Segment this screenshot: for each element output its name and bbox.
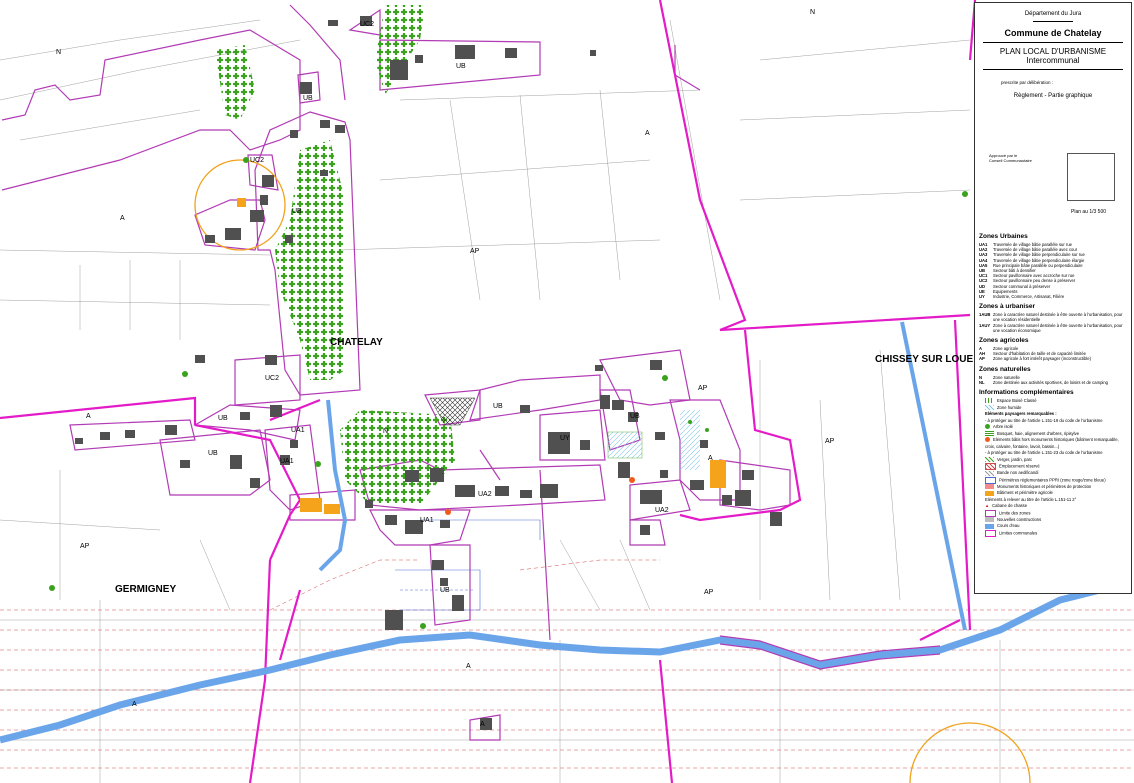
zone-label: UB	[303, 95, 313, 102]
zone-label: AP	[825, 438, 835, 445]
zone-label: A	[466, 663, 471, 670]
section-au: Zones à urbaniser	[979, 303, 1035, 311]
urban-zone-list: UA1 Traversée de village bâtie parallèle …	[979, 242, 1129, 299]
zone-label: UA1	[420, 517, 434, 524]
zone-description: Zone agricole à fort intérêt paysager (i…	[993, 356, 1091, 362]
approval-line-2: Conseil Communautaire	[989, 158, 1032, 163]
river	[0, 321, 1101, 744]
zone-label: UA1	[291, 427, 305, 434]
zone-label: UB	[456, 63, 466, 70]
zone-label: UB	[218, 415, 228, 422]
buildings	[75, 16, 782, 730]
section-agricoles: Zones agricoles	[979, 337, 1029, 345]
zone-label: UY	[560, 435, 570, 442]
zone-label: A	[120, 215, 125, 222]
zone-label: UB	[440, 587, 450, 594]
zone-label: A	[480, 721, 485, 728]
zone-label: A	[645, 130, 650, 137]
place-chissey: CHISSEY SUR LOUE	[875, 354, 973, 365]
zone-code: NL	[979, 379, 985, 385]
legend-ppri: Périmètres réglementaires PPRI (zone rou…	[979, 476, 1129, 484]
isolated-trees	[49, 157, 968, 629]
place-chatelay: CHATELAY	[330, 337, 383, 348]
legend-zone-row: NL Zone destinée aux activités sportives,…	[979, 380, 1129, 385]
zone-label: UB	[292, 208, 302, 215]
divider	[983, 69, 1123, 70]
zone-label: UB	[208, 450, 218, 457]
zone-description: Zone à caractère naturel destinée à être…	[993, 322, 1123, 333]
zone-description: Zone à caractère naturel destinée à être…	[993, 312, 1123, 323]
zone-label: UC2	[265, 375, 279, 382]
zone-label: N	[383, 428, 388, 435]
place-germigney: GERMIGNEY	[115, 584, 176, 595]
legend-emplacement: Emplacement réservé	[979, 463, 1129, 471]
zone-label: UB	[630, 413, 640, 420]
department-label: Département du Jura	[1024, 11, 1082, 17]
zone-label: A	[86, 413, 91, 420]
nat-zone-list: N Zone naturelle NL Zone destinée aux activ…	[979, 375, 1129, 385]
prescribed-label: prescrite par délibération :	[1001, 80, 1054, 85]
legend-zone-row: 1AUY Zone à caractère naturel destinée à …	[979, 323, 1129, 333]
zone-label: UB	[493, 403, 503, 410]
zone-label: AP	[698, 385, 708, 392]
legend-zone-row: UY Industrie, Commerce, Artisanat, Filièr…	[979, 294, 1129, 299]
legend-limite-zones: Limite des zones	[979, 509, 1129, 517]
section-complementaires: Informations complémentaires	[979, 389, 1074, 397]
legend-communales: Limites communales	[979, 529, 1129, 537]
plu-title-1: PLAN LOCAL D'URBANISME	[999, 47, 1107, 56]
zone-label: N	[56, 49, 61, 56]
zone-description: Zone destinée aux activités sportives, d…	[993, 379, 1108, 385]
zone-label: UC2	[360, 21, 374, 28]
legend-body: Zones Urbaines UA1 Traversée de village b…	[979, 229, 1129, 537]
plu-title-2: Intercommunal	[1026, 56, 1080, 65]
zone-code: 1AUY	[979, 322, 991, 328]
divider	[1033, 21, 1073, 22]
triangle-icon: ▲	[985, 503, 990, 509]
zone-description: Industrie, Commerce, Artisanat, Filière	[993, 294, 1065, 300]
approval-text: Approuvé par le Conseil Communautaire	[989, 153, 1049, 163]
zone-label: AP	[470, 248, 480, 255]
scale-label: Plan au 1/3 500	[1071, 209, 1107, 215]
commune-title: Commune de Chatelay	[1004, 28, 1102, 38]
legend-zone-row: 1AUB Zone à caractère naturel destinée à …	[979, 312, 1129, 322]
zone-label: A	[132, 701, 137, 708]
section-naturelles: Zones naturelles	[979, 365, 1031, 373]
stamp-box	[1067, 153, 1115, 201]
zone-label: AP	[80, 543, 90, 550]
reglement-label: Règlement - Partie graphique	[1013, 93, 1093, 99]
au-zone-list: 1AUB Zone à caractère naturel destinée à …	[979, 312, 1129, 333]
zone-code: AP	[979, 356, 985, 362]
agri-zone-list: A Zone agricole AH Secteur d'habitation de …	[979, 346, 1129, 362]
zone-code: 1AUB	[979, 312, 991, 318]
legend-panel: Département du Jura Commune de Chatelay …	[974, 2, 1132, 594]
verger-area	[607, 410, 700, 470]
zone-label: N	[810, 9, 815, 16]
zone-label: UA2	[478, 491, 492, 498]
legend-zone-row: AP Zone agricole à fort intérêt paysager …	[979, 356, 1129, 361]
zone-label: A	[708, 455, 713, 462]
section-urbaines: Zones Urbaines	[979, 233, 1028, 240]
legend-monuments: Eléments bâtis hors monuments historique…	[985, 437, 1119, 449]
land-use-map: CHATELAY CHISSEY SUR LOUE GERMIGNEY N N …	[0, 0, 1134, 783]
zone-label: UC2	[250, 157, 264, 164]
divider	[983, 42, 1123, 43]
zone-label: AP	[704, 589, 714, 596]
zone-code: UY	[979, 294, 985, 300]
zone-label: UA2	[655, 507, 669, 514]
zone-label: UA1	[280, 458, 294, 465]
